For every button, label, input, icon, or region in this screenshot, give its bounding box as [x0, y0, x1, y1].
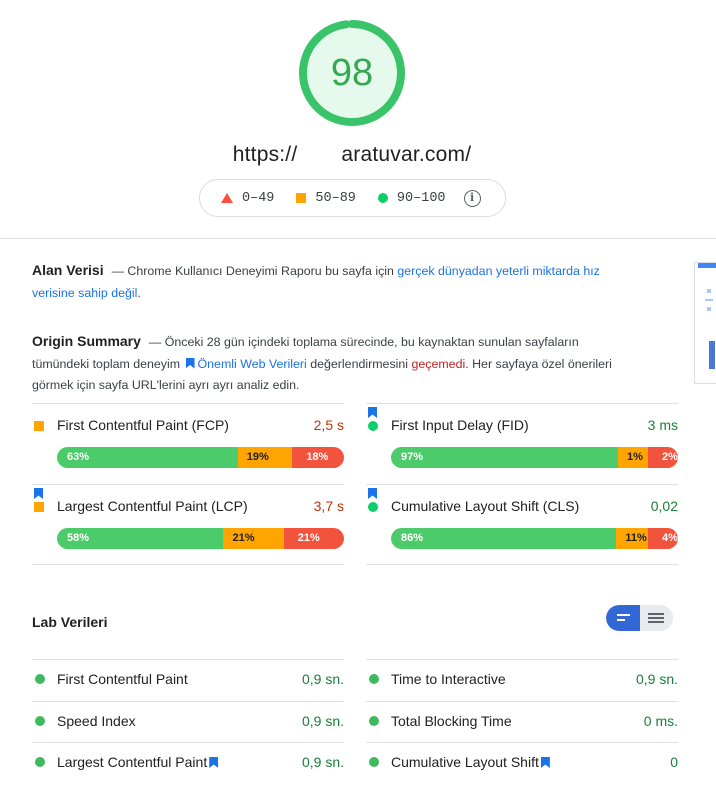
bookmark-icon — [34, 488, 43, 499]
field-metric-card: First Input Delay (FID) 3 ms 97% 1% 2% — [366, 403, 678, 484]
compact-view-button[interactable] — [606, 605, 640, 631]
lab-metric-value: 0 — [670, 754, 678, 770]
average-segment: 19% — [237, 447, 293, 468]
lab-metric-row: Largest Contentful Paint 0,9 sn. — [32, 742, 344, 783]
average-square-icon — [34, 421, 44, 431]
field-metric-card: Largest Contentful Paint (LCP) 3,7 s 58% 21… — [32, 484, 344, 565]
lab-metric-row: Time to Interactive 0,9 sn. — [366, 659, 678, 700]
good-segment: 63% — [57, 447, 238, 468]
performance-score: 98 — [330, 52, 374, 94]
good-circle-icon — [369, 757, 379, 767]
metric-value: 3 ms — [647, 417, 678, 433]
bookmark-icon — [185, 357, 195, 369]
metric-title: Cumulative Layout Shift (CLS) — [391, 498, 580, 514]
legend-good-label: 90–100 — [396, 190, 446, 206]
analyzed-url: https:// aratuvar.com/ — [232, 143, 472, 166]
good-segment: 86% — [391, 528, 617, 549]
poor-segment: 21% — [283, 528, 344, 549]
poor-segment: 2% — [648, 447, 678, 468]
distribution-bar: 63% 19% 18% — [57, 447, 344, 468]
view-toggle[interactable] — [606, 605, 673, 631]
good-circle-icon — [35, 715, 45, 726]
lab-metric-row: Total Blocking Time 0 ms. — [366, 700, 678, 742]
good-circle-icon — [368, 502, 378, 512]
header-divider — [0, 238, 716, 239]
field-data-heading: Alan Verisi — [32, 262, 104, 278]
bookmark-icon — [368, 407, 377, 418]
square-icon — [296, 193, 307, 203]
field-metric-card: First Contentful Paint (FCP) 2,5 s 63% 19% 1… — [32, 403, 344, 484]
legend-poor: 0–49 — [221, 191, 274, 206]
lab-metric-title: Cumulative Layout Shift — [391, 754, 553, 770]
performance-score-gauge: 98 — [298, 19, 406, 127]
distribution-bar: 58% 21% 21% — [57, 528, 344, 549]
expanded-view-button[interactable] — [640, 605, 673, 631]
good-circle-icon — [369, 715, 379, 726]
legend-poor-label: 0–49 — [242, 190, 275, 206]
lab-metric-value: 0,9 sn. — [635, 671, 678, 687]
average-segment: 21% — [223, 528, 284, 549]
circle-icon — [377, 193, 388, 203]
core-web-vitals-link[interactable]: Önemli Web Verileri — [198, 357, 307, 371]
lab-metric-row: Cumulative Layout Shift 0 — [366, 742, 678, 783]
assessment-failed: geçemedi — [411, 356, 466, 371]
metric-title: First Contentful Paint (FCP) — [57, 417, 229, 433]
lab-metric-row: Speed Index 0,9 sn. — [32, 700, 344, 742]
bookmark-icon — [368, 488, 377, 499]
legend-average-label: 50–89 — [315, 190, 356, 206]
average-square-icon — [34, 502, 44, 512]
origin-summary-heading: Origin Summary — [32, 333, 141, 349]
lab-data-heading: Lab Verileri — [32, 614, 108, 630]
score-legend: 0–49 50–89 90–100 i — [199, 179, 506, 217]
distribution-bar: 86% 11% 4% — [391, 528, 678, 549]
field-metric-card: Cumulative Layout Shift (CLS) 0,02 86% 11% 4… — [366, 484, 678, 565]
info-icon[interactable]: i — [463, 189, 481, 207]
good-segment: 97% — [391, 447, 618, 468]
lab-metric-value: 0,9 sn. — [301, 754, 344, 770]
lab-metric-row: First Contentful Paint 0,9 sn. — [32, 659, 344, 700]
good-circle-icon — [35, 674, 45, 684]
metric-value: 3,7 s — [313, 498, 344, 514]
legend-good: 90–100 — [377, 190, 446, 206]
good-circle-icon — [35, 757, 45, 767]
bookmark-icon — [209, 757, 219, 768]
triangle-icon — [221, 193, 233, 203]
average-segment: 1% — [618, 447, 648, 468]
metric-value: 0,02 — [650, 498, 678, 514]
lab-metric-title: First Contentful Paint — [57, 671, 188, 687]
legend-average: 50–89 — [296, 191, 356, 206]
lab-metric-value: 0,9 sn. — [301, 712, 344, 729]
lab-metric-value: 0,9 sn. — [301, 671, 344, 687]
lab-metric-title: Total Blocking Time — [391, 712, 512, 729]
lab-metric-value: 0 ms. — [643, 712, 678, 729]
lab-metric-title: Largest Contentful Paint — [57, 754, 221, 770]
screenshot-thumbnail[interactable] — [694, 262, 716, 384]
lab-metric-title: Time to Interactive — [391, 671, 506, 687]
metric-value: 2,5 s — [313, 417, 344, 433]
field-data-section: Alan Verisi — Chrome Kullanıcı Deneyimi R… — [32, 262, 600, 300]
origin-summary-section: Origin Summary — Önceki 28 gün içindeki t… — [32, 333, 612, 392]
distribution-bar: 97% 1% 2% — [391, 447, 678, 468]
field-data-text: — Chrome Kullanıcı Deneyimi Raporu bu sa… — [111, 264, 398, 278]
good-circle-icon — [368, 421, 378, 431]
good-segment: 58% — [57, 528, 224, 549]
lab-metric-title: Speed Index — [57, 712, 136, 729]
average-segment: 11% — [616, 528, 648, 549]
good-circle-icon — [369, 674, 379, 684]
poor-segment: 4% — [647, 528, 678, 549]
poor-segment: 18% — [292, 447, 344, 468]
metric-title: Largest Contentful Paint (LCP) — [57, 498, 248, 514]
metric-title: First Input Delay (FID) — [391, 417, 529, 433]
bookmark-icon — [540, 757, 550, 768]
